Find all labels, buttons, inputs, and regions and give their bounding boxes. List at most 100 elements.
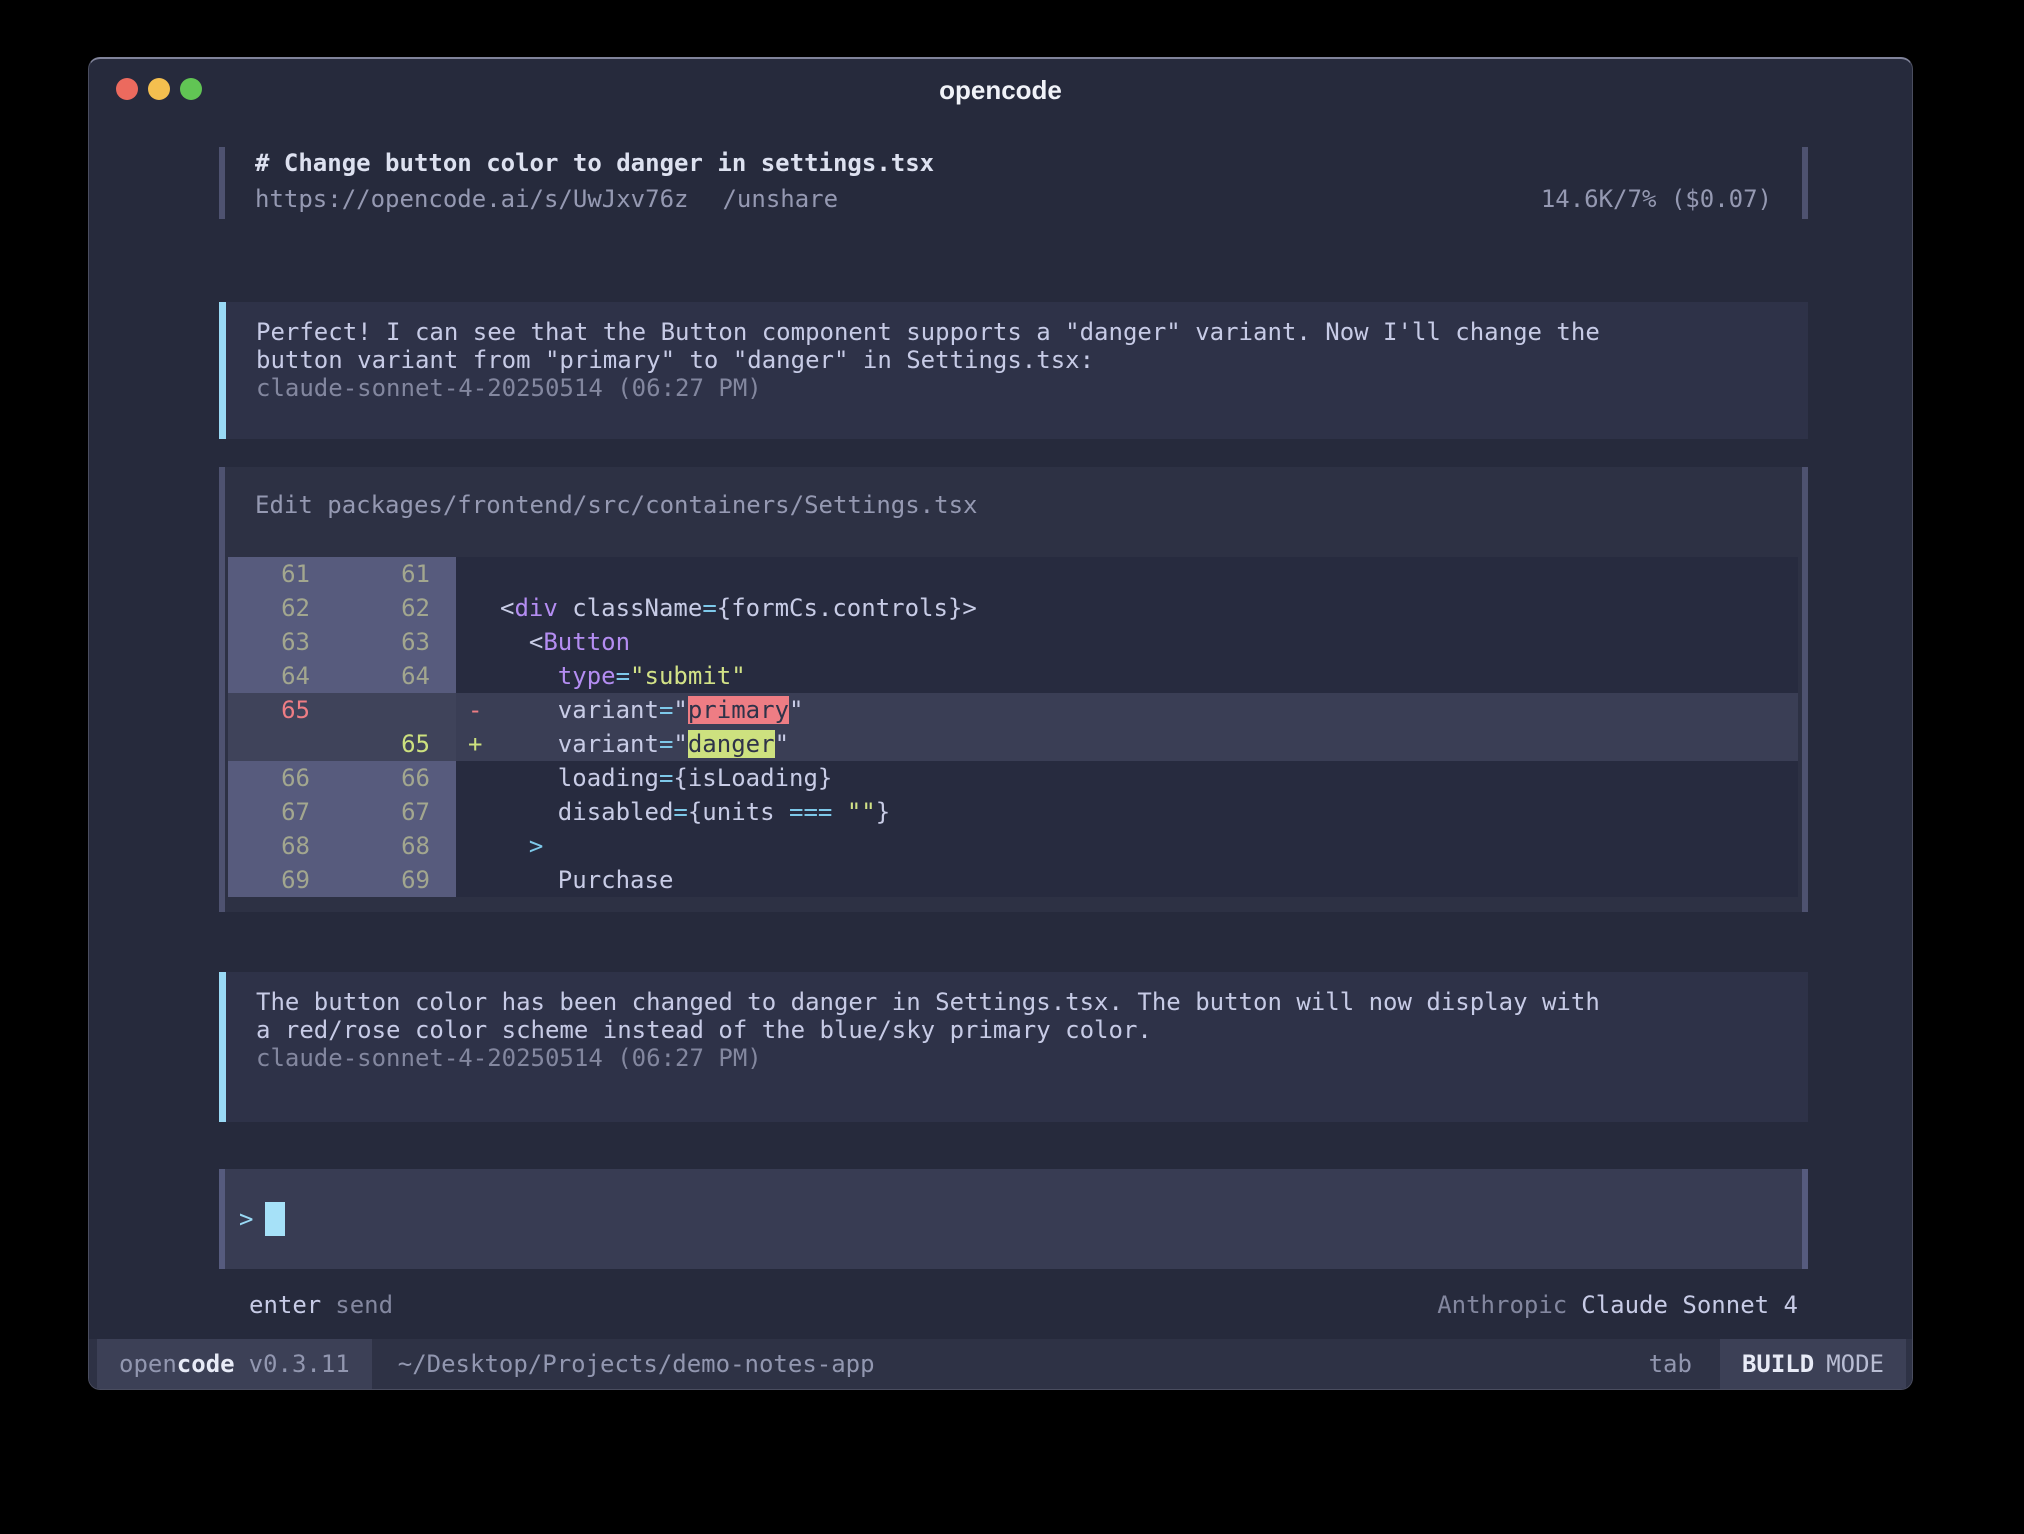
- input-left-bar: [219, 1169, 225, 1269]
- diff-rows: 61616262<div className={formCs.controls}…: [228, 557, 1798, 897]
- session-header: # Change button color to danger in setti…: [219, 147, 1808, 219]
- message-text: The button color has been changed to dan…: [256, 988, 1808, 1044]
- code-token: Purchase: [500, 866, 673, 894]
- new-line-number: 65: [342, 727, 456, 761]
- token-usage-stats: 14.6K/7% ($0.07): [1541, 185, 1772, 213]
- diff-marker: +: [468, 727, 482, 761]
- share-url-link[interactable]: https://opencode.ai/s/UwJxv76z: [255, 185, 688, 213]
- unshare-command[interactable]: /unshare: [722, 185, 838, 213]
- old-line-number: 65: [228, 693, 342, 727]
- diff-row: 6363 <Button: [228, 625, 1798, 659]
- diff-file-header: Edit packages/frontend/src/containers/Se…: [255, 491, 977, 519]
- diff-right-bar: [1802, 467, 1808, 912]
- old-line-number: 62: [228, 591, 342, 625]
- code-token: "": [847, 798, 876, 826]
- code-token: =: [673, 798, 687, 826]
- code-token: Button: [543, 628, 630, 656]
- code-token: type: [558, 662, 616, 690]
- code-token: =: [616, 662, 630, 690]
- mode-name: BUILD: [1742, 1350, 1814, 1378]
- code-token: {isLoading}: [673, 764, 832, 792]
- edit-diff-card: Edit packages/frontend/src/containers/Se…: [219, 467, 1808, 912]
- build-mode-chip[interactable]: BUILD MODE: [1720, 1339, 1906, 1389]
- diff-row: 6464 type="submit": [228, 659, 1798, 693]
- new-line-number: 66: [342, 761, 456, 795]
- code-token: {formCs.controls}>: [717, 594, 977, 622]
- message-model-meta: claude-sonnet-4-20250514 (06:27 PM): [256, 374, 1808, 402]
- new-line-number: 61: [342, 557, 456, 591]
- old-line-number: 61: [228, 557, 342, 591]
- code-token: =: [659, 764, 673, 792]
- header-left-bar: [219, 147, 225, 219]
- diff-marker: -: [468, 693, 482, 727]
- mode-label: MODE: [1826, 1350, 1884, 1378]
- prompt-symbol: >: [239, 1205, 253, 1233]
- diff-code-line: disabled={units === ""}: [456, 795, 1798, 829]
- old-line-number: 66: [228, 761, 342, 795]
- diff-code-line: [456, 557, 1798, 591]
- code-token: }: [876, 798, 890, 826]
- diff-code-line: Purchase: [456, 863, 1798, 897]
- input-right-bar: [1802, 1169, 1808, 1269]
- window-titlebar: opencode: [89, 59, 1912, 121]
- app-name-open: open: [119, 1350, 177, 1378]
- new-line-number: 69: [342, 863, 456, 897]
- code-token: disabled: [500, 798, 673, 826]
- new-line-number: 62: [342, 591, 456, 625]
- code-token: =: [702, 594, 716, 622]
- code-token: ": [775, 730, 789, 758]
- old-line-number: 67: [228, 795, 342, 829]
- diff-row: 6161: [228, 557, 1798, 591]
- assistant-message: Perfect! I can see that the Button compo…: [219, 302, 1808, 439]
- send-action-label: send: [335, 1291, 393, 1319]
- model-label: Claude Sonnet 4: [1581, 1291, 1798, 1319]
- code-token: loading: [500, 764, 659, 792]
- diff-row: 65+ variant="danger": [228, 727, 1798, 761]
- diff-left-bar: [219, 467, 225, 912]
- code-token: =: [659, 696, 673, 724]
- code-token: div: [514, 594, 557, 622]
- window-title: opencode: [89, 75, 1912, 106]
- new-line-number: 64: [342, 659, 456, 693]
- new-line-number: 63: [342, 625, 456, 659]
- hint-row: enter send Anthropic Claude Sonnet 4: [219, 1291, 1808, 1321]
- code-token: danger: [688, 730, 775, 758]
- session-title: # Change button color to danger in setti…: [255, 149, 1772, 177]
- message-model-meta: claude-sonnet-4-20250514 (06:27 PM): [256, 1044, 1808, 1072]
- diff-row: 6868 >: [228, 829, 1798, 863]
- provider-label: Anthropic: [1437, 1291, 1567, 1319]
- prompt-input[interactable]: >: [219, 1169, 1808, 1269]
- new-line-number: 67: [342, 795, 456, 829]
- enter-key-hint: enter: [249, 1291, 321, 1319]
- diff-row: 6666 loading={isLoading}: [228, 761, 1798, 795]
- code-token: "submit": [630, 662, 746, 690]
- diff-row: 6969 Purchase: [228, 863, 1798, 897]
- old-line-number: [228, 727, 342, 761]
- diff-row: 6262 <div className={formCs.controls}>: [228, 591, 1798, 625]
- message-text: Perfect! I can see that the Button compo…: [256, 318, 1808, 374]
- diff-code-line: >: [456, 829, 1798, 863]
- app-version-chip: opencode v0.3.11: [97, 1339, 372, 1389]
- code-token: ": [673, 696, 687, 724]
- assistant-message: The button color has been changed to dan…: [219, 972, 1808, 1122]
- text-cursor: [265, 1202, 285, 1236]
- new-line-number: [342, 693, 456, 727]
- tab-key-hint: tab: [1649, 1350, 1692, 1378]
- code-token: variant: [500, 696, 659, 724]
- code-token: ===: [789, 798, 832, 826]
- app-version: v0.3.11: [249, 1350, 350, 1378]
- code-token: ": [673, 730, 687, 758]
- code-token: <: [500, 594, 514, 622]
- app-name-code: code: [177, 1350, 235, 1378]
- old-line-number: 64: [228, 659, 342, 693]
- working-directory: ~/Desktop/Projects/demo-notes-app: [398, 1350, 875, 1378]
- old-line-number: 63: [228, 625, 342, 659]
- status-bar: opencode v0.3.11 ~/Desktop/Projects/demo…: [89, 1339, 1912, 1389]
- code-token: ": [789, 696, 803, 724]
- code-token: >: [529, 832, 543, 860]
- code-token: primary: [688, 696, 789, 724]
- code-token: {units: [688, 798, 789, 826]
- code-token: className: [558, 594, 703, 622]
- code-token: <: [500, 628, 543, 656]
- code-token: =: [659, 730, 673, 758]
